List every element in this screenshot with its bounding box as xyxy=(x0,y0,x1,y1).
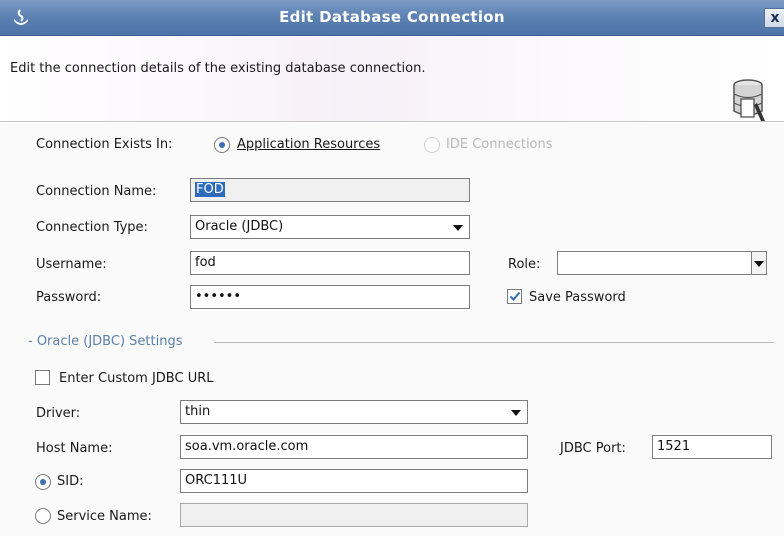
title-bar: Edit Database Connection x xyxy=(0,0,784,36)
connection-type-label: Connection Type: xyxy=(36,220,148,235)
custom-jdbc-url-checkbox[interactable] xyxy=(35,370,50,385)
save-password-label[interactable]: Save Password xyxy=(529,290,626,305)
sid-label[interactable]: SID: xyxy=(57,474,83,489)
ide-connections-label: IDE Connections xyxy=(446,137,553,152)
connection-name-field[interactable]: FOD xyxy=(190,178,470,202)
chevron-down-icon xyxy=(754,261,764,267)
radio-service-name[interactable] xyxy=(35,508,51,524)
close-button[interactable]: x xyxy=(764,8,784,28)
password-value: •••••• xyxy=(195,289,242,304)
sid-value: ORC111U xyxy=(185,473,248,488)
role-dropdown-button[interactable] xyxy=(751,252,766,274)
host-name-label: Host Name: xyxy=(36,441,113,456)
chevron-down-icon xyxy=(511,410,521,416)
save-password-checkbox[interactable] xyxy=(507,289,522,304)
header-panel: Edit the connection details of the exist… xyxy=(0,37,784,122)
window-title: Edit Database Connection xyxy=(279,8,505,26)
radio-sid[interactable] xyxy=(35,474,51,490)
connection-name-label: Connection Name: xyxy=(36,184,157,199)
header-description: Edit the connection details of the exist… xyxy=(10,61,426,76)
service-name-field xyxy=(180,503,528,527)
driver-select[interactable]: thin xyxy=(180,400,528,424)
oracle-settings-title: - Oracle (JDBC) Settings xyxy=(28,334,183,349)
close-icon: x xyxy=(770,10,780,26)
check-icon xyxy=(509,291,521,301)
connection-name-value: FOD xyxy=(195,182,225,197)
jdbc-port-label: JDBC Port: xyxy=(560,441,626,456)
username-value: fod xyxy=(195,255,216,270)
sid-field[interactable]: ORC111U xyxy=(180,469,528,493)
radio-ide-connections xyxy=(424,137,440,153)
radio-application-resources[interactable] xyxy=(214,137,230,153)
host-name-field[interactable]: soa.vm.oracle.com xyxy=(180,435,528,459)
role-select[interactable] xyxy=(557,251,767,275)
section-divider xyxy=(214,342,774,343)
connection-type-select[interactable]: Oracle (JDBC) xyxy=(190,215,470,239)
application-resources-label[interactable]: Application Resources xyxy=(237,137,380,152)
host-name-value: soa.vm.oracle.com xyxy=(185,439,309,454)
database-edit-icon xyxy=(733,79,765,121)
custom-jdbc-url-label[interactable]: Enter Custom JDBC URL xyxy=(59,371,214,386)
service-name-label[interactable]: Service Name: xyxy=(57,509,152,524)
username-label: Username: xyxy=(36,257,107,272)
connection-exists-label: Connection Exists In: xyxy=(36,137,173,152)
jdbc-port-value: 1521 xyxy=(657,439,691,454)
password-field[interactable]: •••••• xyxy=(190,285,470,309)
chevron-down-icon xyxy=(453,225,463,231)
driver-value: thin xyxy=(185,404,211,419)
driver-label: Driver: xyxy=(36,406,81,421)
role-label: Role: xyxy=(508,257,541,272)
jdbc-port-field[interactable]: 1521 xyxy=(652,435,772,459)
password-label: Password: xyxy=(36,290,102,305)
connection-type-value: Oracle (JDBC) xyxy=(195,219,284,234)
username-field[interactable]: fod xyxy=(190,251,470,275)
